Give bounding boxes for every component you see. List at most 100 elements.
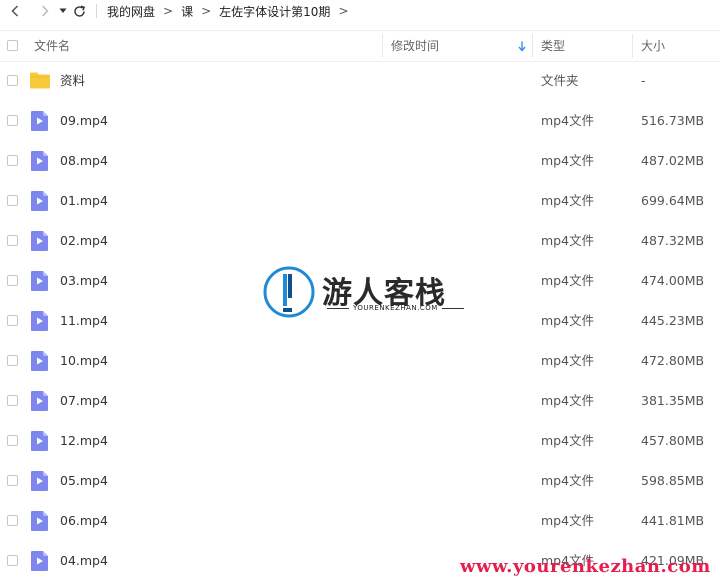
row-checkbox[interactable] bbox=[7, 515, 18, 526]
file-name[interactable]: 11.mp4 bbox=[60, 301, 108, 341]
file-type: mp4文件 bbox=[541, 353, 595, 368]
file-list: 资料 文件夹 - 09.mp4 mp4文件 516.73MB 08.mp4 mp… bbox=[0, 61, 720, 581]
file-name[interactable]: 09.mp4 bbox=[60, 101, 108, 141]
file-size: 516.73MB bbox=[641, 113, 705, 128]
file-size: 472.80MB bbox=[641, 353, 705, 368]
video-file-icon bbox=[31, 351, 48, 371]
list-item[interactable]: 06.mp4 mp4文件 441.81MB bbox=[0, 501, 720, 541]
file-size: 474.00MB bbox=[641, 273, 705, 288]
file-name[interactable]: 资料 bbox=[60, 61, 85, 101]
list-item[interactable]: 07.mp4 mp4文件 381.35MB bbox=[0, 381, 720, 421]
watermark-subtitle-text: YOURENKEZHAN.COM bbox=[353, 304, 438, 312]
caret-down-icon bbox=[59, 8, 67, 13]
file-name[interactable]: 07.mp4 bbox=[60, 381, 108, 421]
video-file-icon bbox=[31, 431, 48, 451]
arrow-down-icon[interactable] bbox=[518, 41, 526, 52]
file-size: 699.64MB bbox=[641, 193, 705, 208]
file-size: 441.81MB bbox=[641, 513, 705, 528]
file-type: 文件夹 bbox=[541, 73, 579, 88]
video-file-icon bbox=[31, 471, 48, 491]
back-button[interactable] bbox=[8, 1, 22, 21]
column-header-type[interactable]: 类型 bbox=[541, 31, 565, 61]
file-type: mp4文件 bbox=[541, 113, 595, 128]
list-item[interactable]: 12.mp4 mp4文件 457.80MB bbox=[0, 421, 720, 461]
file-name[interactable]: 06.mp4 bbox=[60, 501, 108, 541]
video-file-icon bbox=[31, 151, 48, 171]
column-divider[interactable] bbox=[382, 34, 383, 58]
file-type: mp4文件 bbox=[541, 193, 595, 208]
row-checkbox[interactable] bbox=[7, 355, 18, 366]
row-checkbox[interactable] bbox=[7, 275, 18, 286]
refresh-icon bbox=[73, 5, 85, 17]
file-type: mp4文件 bbox=[541, 153, 595, 168]
row-checkbox[interactable] bbox=[7, 155, 18, 166]
file-name[interactable]: 01.mp4 bbox=[60, 181, 108, 221]
list-item[interactable]: 01.mp4 mp4文件 699.64MB bbox=[0, 181, 720, 221]
breadcrumb: 我的网盘 > 课 > 左佐字体设计第10期 > bbox=[107, 3, 357, 20]
history-dropdown-button[interactable] bbox=[56, 1, 70, 21]
row-checkbox[interactable] bbox=[7, 395, 18, 406]
breadcrumb-separator: > bbox=[338, 4, 349, 18]
navigation-bar: 我的网盘 > 课 > 左佐字体设计第10期 > bbox=[0, 0, 720, 22]
file-type: mp4文件 bbox=[541, 233, 595, 248]
file-size: - bbox=[641, 73, 646, 88]
divider bbox=[96, 4, 97, 18]
list-item[interactable]: 08.mp4 mp4文件 487.02MB bbox=[0, 141, 720, 181]
row-checkbox[interactable] bbox=[7, 475, 18, 486]
breadcrumb-item-course[interactable]: 课 bbox=[181, 3, 193, 20]
file-size: 487.32MB bbox=[641, 233, 705, 248]
file-size: 445.23MB bbox=[641, 313, 705, 328]
file-type: mp4文件 bbox=[541, 473, 595, 488]
row-checkbox[interactable] bbox=[7, 115, 18, 126]
refresh-button[interactable] bbox=[72, 1, 86, 21]
select-all-checkbox[interactable] bbox=[7, 40, 18, 51]
file-name[interactable]: 02.mp4 bbox=[60, 221, 108, 261]
file-size: 598.85MB bbox=[641, 473, 705, 488]
video-file-icon bbox=[31, 231, 48, 251]
breadcrumb-item-current-folder[interactable]: 左佐字体设计第10期 bbox=[219, 3, 330, 20]
list-item[interactable]: 资料 文件夹 - bbox=[0, 61, 720, 101]
list-item[interactable]: 02.mp4 mp4文件 487.32MB bbox=[0, 221, 720, 261]
video-file-icon bbox=[31, 511, 48, 531]
list-item[interactable]: 09.mp4 mp4文件 516.73MB bbox=[0, 101, 720, 141]
file-type: mp4文件 bbox=[541, 273, 595, 288]
column-header-name[interactable]: 文件名 bbox=[34, 31, 70, 61]
video-file-icon bbox=[31, 311, 48, 331]
file-name[interactable]: 05.mp4 bbox=[60, 461, 108, 501]
file-name[interactable]: 04.mp4 bbox=[60, 541, 108, 581]
forward-button[interactable] bbox=[38, 1, 52, 21]
chevron-left-icon bbox=[11, 5, 19, 17]
folder-icon bbox=[30, 72, 50, 89]
file-size: 457.80MB bbox=[641, 433, 705, 448]
list-item[interactable]: 10.mp4 mp4文件 472.80MB bbox=[0, 341, 720, 381]
video-file-icon bbox=[31, 111, 48, 131]
file-name[interactable]: 10.mp4 bbox=[60, 341, 108, 381]
video-file-icon bbox=[31, 191, 48, 211]
row-checkbox[interactable] bbox=[7, 235, 18, 246]
file-name[interactable]: 03.mp4 bbox=[60, 261, 108, 301]
watermark-url: www.yourenkezhan.com bbox=[460, 556, 711, 577]
video-file-icon bbox=[31, 551, 48, 571]
file-list-header: 文件名 修改时间 类型 大小 bbox=[0, 30, 720, 62]
breadcrumb-separator: > bbox=[201, 4, 212, 18]
row-checkbox[interactable] bbox=[7, 75, 18, 86]
row-checkbox[interactable] bbox=[7, 555, 18, 566]
file-type: mp4文件 bbox=[541, 313, 595, 328]
column-divider[interactable] bbox=[632, 34, 633, 58]
file-name[interactable]: 12.mp4 bbox=[60, 421, 108, 461]
row-checkbox[interactable] bbox=[7, 315, 18, 326]
watermark-subtitle: YOURENKEZHAN.COM bbox=[323, 304, 468, 312]
breadcrumb-item-my-drive[interactable]: 我的网盘 bbox=[107, 3, 155, 20]
video-file-icon bbox=[31, 391, 48, 411]
chevron-right-icon bbox=[41, 5, 49, 17]
row-checkbox[interactable] bbox=[7, 195, 18, 206]
column-header-modified[interactable]: 修改时间 bbox=[391, 31, 439, 61]
row-checkbox[interactable] bbox=[7, 435, 18, 446]
column-divider[interactable] bbox=[532, 34, 533, 58]
column-header-size[interactable]: 大小 bbox=[641, 31, 665, 61]
file-name[interactable]: 08.mp4 bbox=[60, 141, 108, 181]
file-type: mp4文件 bbox=[541, 393, 595, 408]
list-item[interactable]: 05.mp4 mp4文件 598.85MB bbox=[0, 461, 720, 501]
breadcrumb-separator: > bbox=[163, 4, 174, 18]
file-size: 381.35MB bbox=[641, 393, 705, 408]
